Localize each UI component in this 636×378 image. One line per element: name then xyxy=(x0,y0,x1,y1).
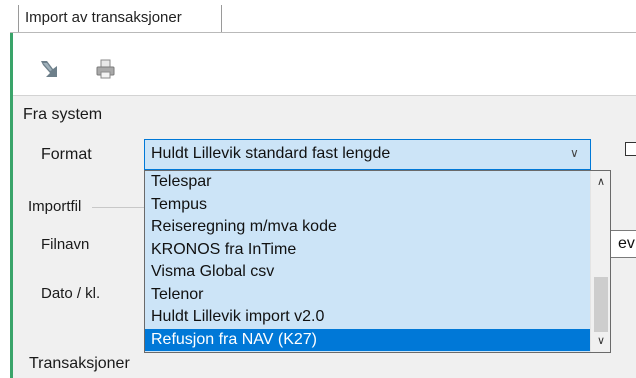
vertical-scrollbar[interactable]: ∧ ∨ xyxy=(590,171,610,352)
section-transaksjoner: Transaksjoner xyxy=(29,355,130,372)
section-importfil: Importfil xyxy=(28,198,82,215)
filnavn-label: Filnavn xyxy=(41,236,90,253)
import-arrow-icon[interactable] xyxy=(38,57,62,81)
list-item[interactable]: Reiseregning m/mva kode xyxy=(145,216,591,239)
printer-icon[interactable] xyxy=(94,57,118,81)
list-item[interactable]: Telenor xyxy=(145,284,591,307)
filnavn-value: ev xyxy=(618,235,635,252)
format-options-list[interactable]: Telespar Tempus Reiseregning m/mva kode … xyxy=(144,170,611,353)
section-fra-system: Fra system xyxy=(23,106,103,123)
tab-label: Import av transaksjoner xyxy=(25,9,182,26)
dato-label: Dato / kl. xyxy=(41,285,101,302)
scroll-down-icon[interactable]: ∨ xyxy=(591,332,610,350)
group-divider xyxy=(92,207,144,208)
tab-import-av-transaksjoner[interactable]: Import av transaksjoner xyxy=(18,5,222,33)
list-item[interactable]: Visma Global csv xyxy=(145,261,591,284)
list-item[interactable]: Huldt Lillevik import v2.0 xyxy=(145,306,591,329)
option-checkbox[interactable] xyxy=(625,142,636,156)
chevron-down-icon[interactable]: ∨ xyxy=(570,146,579,160)
scroll-up-icon[interactable]: ∧ xyxy=(591,173,610,191)
list-item[interactable]: Tempus xyxy=(145,194,591,217)
scroll-thumb[interactable] xyxy=(594,277,608,332)
list-item[interactable]: KRONOS fra InTime xyxy=(145,239,591,262)
window-top-edge xyxy=(0,0,636,4)
format-selected-value: Huldt Lillevik standard fast lengde xyxy=(151,145,391,162)
format-label: Format xyxy=(41,146,92,163)
list-item-selected[interactable]: Refusjon fra NAV (K27) xyxy=(145,328,591,351)
list-item[interactable]: Telespar xyxy=(145,171,591,194)
